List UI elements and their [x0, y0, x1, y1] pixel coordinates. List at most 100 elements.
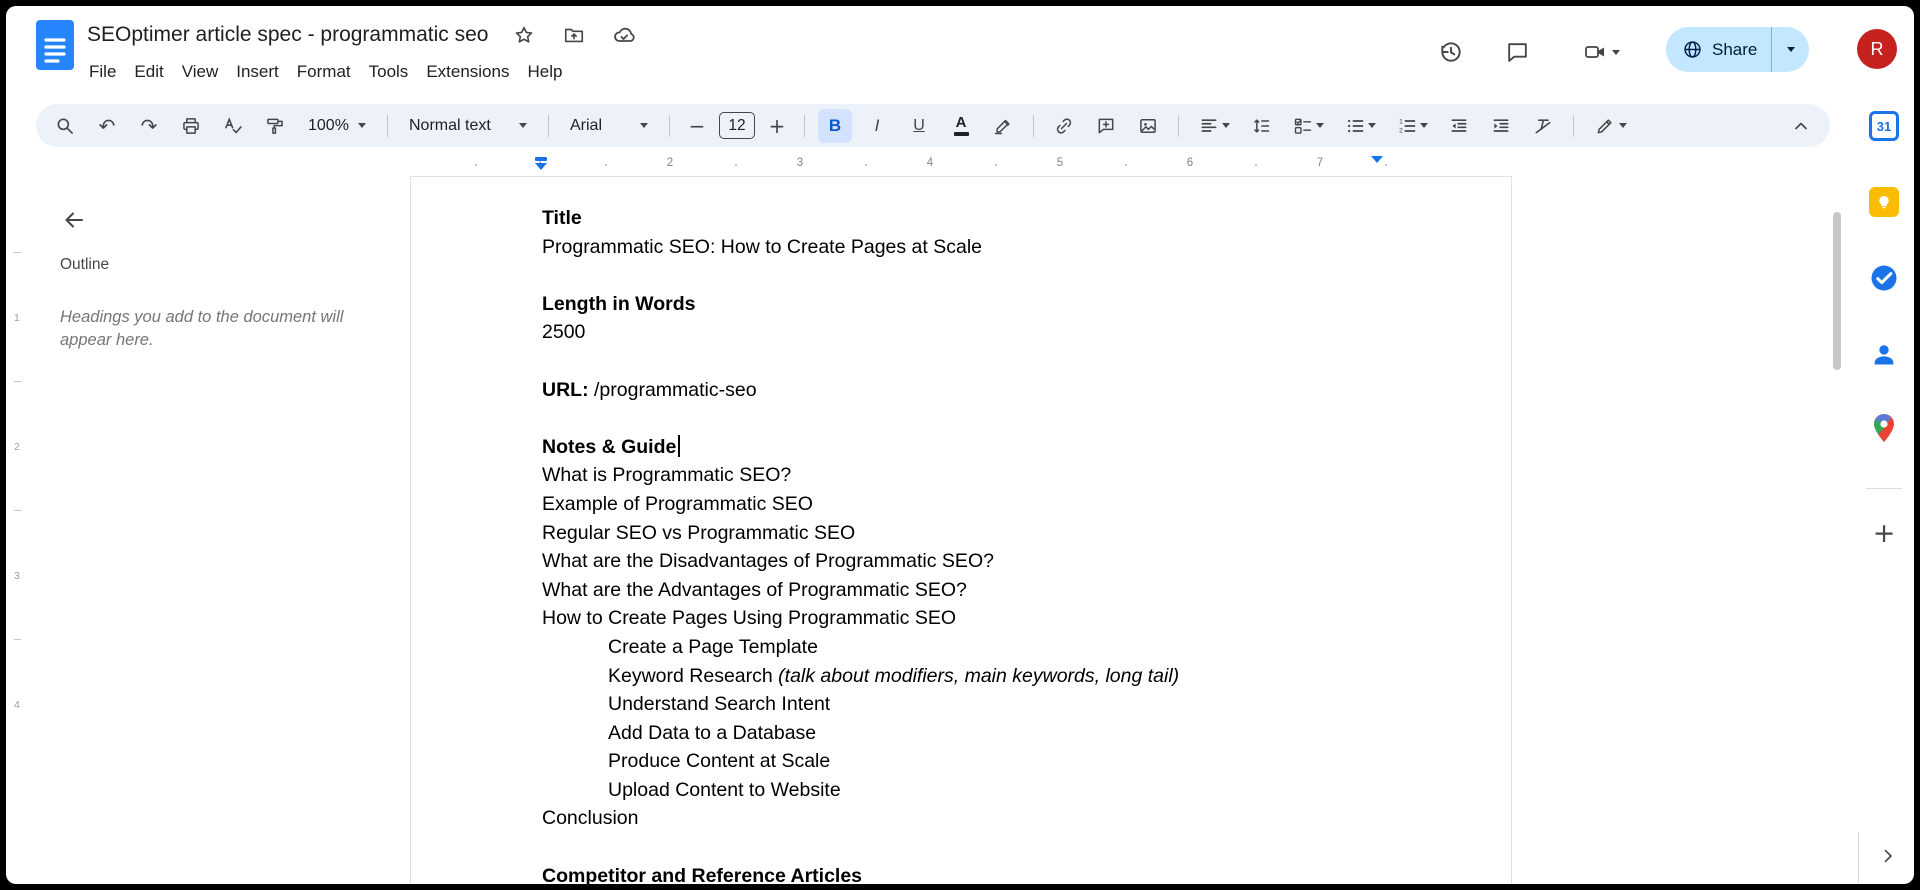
spellcheck-icon[interactable] — [216, 109, 250, 143]
doc-line: Conclusion — [542, 804, 1471, 833]
doc-line: Regular SEO vs Programmatic SEO — [542, 519, 1471, 548]
doc-line: 2500 — [542, 318, 1471, 347]
menu-bar: File Edit View Insert Format Tools Exten… — [80, 58, 571, 86]
line-spacing-icon[interactable] — [1244, 109, 1278, 143]
menu-file[interactable]: File — [80, 59, 125, 85]
chevron-down-icon — [519, 123, 527, 128]
doc-line: Notes & Guide — [542, 433, 1471, 462]
increase-indent-icon[interactable] — [1484, 109, 1518, 143]
chevron-down-icon — [640, 123, 648, 128]
underline-button[interactable]: U — [902, 109, 936, 143]
contacts-icon[interactable] — [1862, 332, 1906, 376]
font-family-select[interactable]: Arial — [562, 110, 656, 142]
close-outline-icon[interactable] — [56, 202, 92, 238]
video-call-button[interactable] — [1572, 32, 1630, 72]
share-button[interactable]: Share — [1666, 27, 1771, 72]
maps-icon[interactable] — [1862, 406, 1906, 450]
menu-help[interactable]: Help — [518, 59, 571, 85]
decrease-indent-icon[interactable] — [1442, 109, 1476, 143]
search-menus-icon[interactable] — [48, 109, 82, 143]
document-content: TitleProgrammatic SEO: How to Create Pag… — [411, 177, 1511, 884]
redo-icon[interactable]: ↷ — [132, 109, 166, 143]
zoom-select[interactable]: 100% — [300, 110, 374, 142]
comments-icon[interactable] — [1497, 32, 1537, 72]
doc-line: Length in Words — [542, 290, 1471, 319]
bulleted-list-select[interactable] — [1338, 109, 1382, 143]
toolbar-divider — [669, 115, 670, 137]
document-page[interactable]: TitleProgrammatic SEO: How to Create Pag… — [410, 176, 1512, 884]
highlight-color-icon[interactable] — [986, 109, 1020, 143]
font-size-input[interactable]: 12 — [719, 112, 755, 139]
menu-edit[interactable]: Edit — [125, 59, 172, 85]
bold-button[interactable]: B — [818, 109, 852, 143]
doc-line: Example of Programmatic SEO — [542, 490, 1471, 519]
avatar[interactable]: R — [1857, 29, 1897, 69]
video-call-caret-icon — [1612, 50, 1620, 55]
chevron-down-icon — [1368, 123, 1376, 128]
decrease-font-size-button[interactable]: − — [683, 109, 711, 143]
left-indent-marker[interactable] — [535, 157, 547, 170]
editing-mode-select[interactable] — [1587, 109, 1635, 143]
paragraph-style-select[interactable]: Normal text — [401, 110, 535, 142]
chevron-down-icon — [1316, 123, 1324, 128]
doc-line: Create a Page Template — [608, 633, 1471, 662]
star-icon[interactable] — [510, 21, 538, 49]
chevron-down-icon — [1222, 123, 1230, 128]
clear-formatting-icon[interactable] — [1526, 109, 1560, 143]
toolbar-divider — [387, 115, 388, 137]
side-panel-edge — [1858, 832, 1859, 884]
italic-button[interactable]: I — [860, 109, 894, 143]
menu-tools[interactable]: Tools — [360, 59, 418, 85]
app-window: SEOptimer article spec - programmatic se… — [6, 6, 1914, 884]
doc-line: Understand Search Intent — [608, 690, 1471, 719]
chevron-down-icon — [1787, 47, 1795, 52]
insert-image-icon[interactable] — [1131, 109, 1165, 143]
menu-view[interactable]: View — [173, 59, 228, 85]
document-title[interactable]: SEOptimer article spec - programmatic se… — [87, 23, 488, 47]
show-side-panel-icon[interactable] — [1870, 838, 1906, 874]
doc-line — [542, 261, 1471, 290]
doc-line: Competitor and Reference Articles — [542, 862, 1471, 884]
chevron-down-icon — [1420, 123, 1428, 128]
doc-line — [542, 833, 1471, 862]
print-icon[interactable] — [174, 109, 208, 143]
title-row: SEOptimer article spec - programmatic se… — [87, 20, 638, 50]
keep-icon[interactable] — [1862, 180, 1906, 224]
checklist-select[interactable] — [1286, 109, 1330, 143]
increase-font-size-button[interactable]: + — [763, 109, 791, 143]
move-folder-icon[interactable] — [560, 21, 588, 49]
add-comment-icon[interactable] — [1089, 109, 1123, 143]
paragraph-style-value: Normal text — [409, 117, 491, 135]
toolbar-divider — [1033, 115, 1034, 137]
menu-format[interactable]: Format — [288, 59, 360, 85]
horizontal-ruler: 1234567 — [6, 154, 1846, 177]
vertical-scrollbar[interactable] — [1833, 212, 1841, 370]
doc-line: Title — [542, 204, 1471, 233]
get-add-ons-icon[interactable]: + — [1862, 511, 1906, 555]
doc-line: How to Create Pages Using Programmatic S… — [542, 604, 1471, 633]
menu-insert[interactable]: Insert — [227, 59, 288, 85]
menu-extensions[interactable]: Extensions — [417, 59, 518, 85]
tasks-icon[interactable] — [1862, 256, 1906, 300]
text-color-button[interactable]: A — [944, 109, 978, 143]
chevron-down-icon — [358, 123, 366, 128]
numbered-list-select[interactable]: 12 — [1390, 109, 1434, 143]
calendar-icon[interactable]: 31 — [1862, 104, 1906, 148]
hide-menus-icon[interactable] — [1784, 109, 1818, 143]
share-menu-caret[interactable] — [1771, 27, 1809, 72]
align-select[interactable] — [1192, 109, 1236, 143]
toolbar-divider — [1178, 115, 1179, 137]
vertical-ruler: 1234 — [8, 176, 28, 884]
insert-link-icon[interactable] — [1047, 109, 1081, 143]
cloud-status-icon[interactable] — [610, 21, 638, 49]
doc-line: Programmatic SEO: How to Create Pages at… — [542, 233, 1471, 262]
doc-line: URL: /programmatic-seo — [542, 376, 1471, 405]
doc-line: Keyword Research (talk about modifiers, … — [608, 662, 1471, 691]
doc-line — [542, 404, 1471, 433]
paint-format-icon[interactable] — [258, 109, 292, 143]
svg-text:1: 1 — [1399, 118, 1403, 125]
doc-line — [542, 347, 1471, 376]
docs-logo[interactable] — [36, 20, 74, 70]
undo-icon[interactable]: ↶ — [90, 109, 124, 143]
version-history-icon[interactable] — [1431, 32, 1471, 72]
